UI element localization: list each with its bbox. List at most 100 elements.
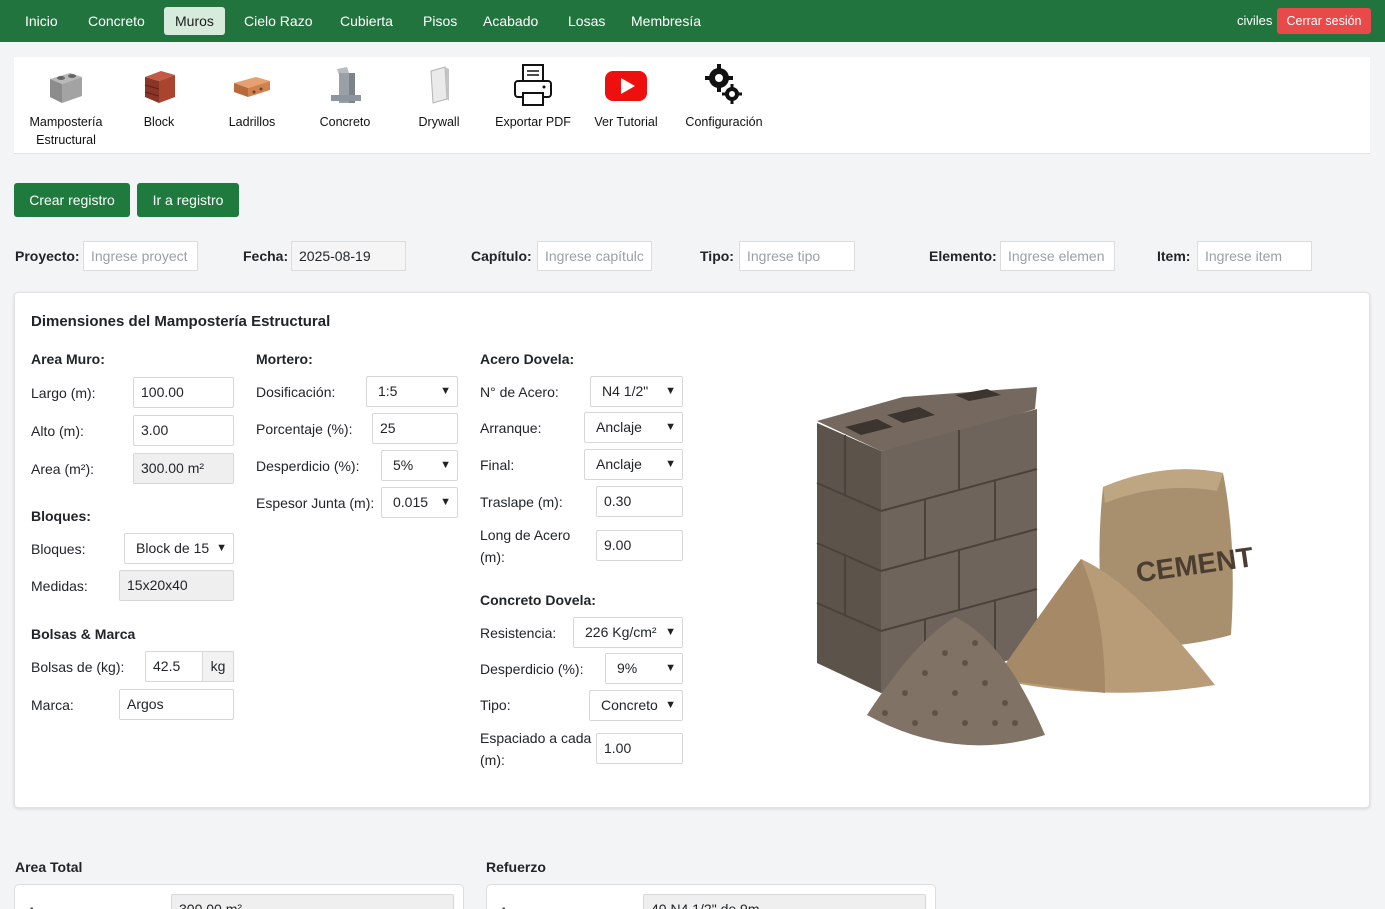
username: civiles xyxy=(1237,13,1273,28)
alto-label: Alto (m): xyxy=(31,423,84,439)
elemento-label: Elemento: xyxy=(929,248,997,264)
dimensiones-card: Dimensiones del Mampostería Estructural … xyxy=(14,292,1370,808)
medidas-label: Medidas: xyxy=(31,578,88,594)
elemento-input[interactable]: Ingrese elemen xyxy=(1000,241,1115,271)
drywall-panel-icon xyxy=(430,66,449,104)
tool-exportar-pdf[interactable]: Exportar PDF xyxy=(487,63,579,131)
espesor-select[interactable]: 0.015 ▼ xyxy=(381,487,458,518)
nav-item-acabado[interactable]: Acabado xyxy=(472,7,549,35)
nav-item-cubierta[interactable]: Cubierta xyxy=(329,7,404,35)
dosificacion-label: Dosificación: xyxy=(256,384,336,400)
largo-input[interactable]: 100.00 xyxy=(133,377,234,408)
bricks-icon xyxy=(234,77,270,97)
capitulo-input[interactable]: Ingrese capítulc xyxy=(537,241,652,271)
n-acero-select-value: N4 1/2" xyxy=(602,383,649,399)
espesor-select-value: 0.015 xyxy=(393,494,429,510)
long-acero-label: Long de Acero xyxy=(480,527,571,543)
nav-item-membresía[interactable]: Membresía xyxy=(620,7,712,35)
chevron-down-icon: ▼ xyxy=(440,459,451,471)
resistencia-select-value: 226 Kg/cm² xyxy=(585,624,657,640)
bloques-select[interactable]: Block de 15 ▼ xyxy=(124,533,234,564)
tipo-concreto-value: Concreto xyxy=(601,697,658,713)
traslape-input[interactable]: 0.30 xyxy=(596,486,683,517)
chevron-down-icon: ▼ xyxy=(216,542,227,554)
crear-registro-button[interactable]: Crear registro xyxy=(14,183,130,217)
tool-drywall[interactable]: Drywall xyxy=(393,63,485,131)
long-acero-input[interactable]: 9.00 xyxy=(596,530,683,561)
fecha-label: Fecha: xyxy=(243,248,289,264)
area-total-label: Area: xyxy=(27,901,60,909)
area-muro-heading: Area Muro: xyxy=(31,351,105,367)
mortero-heading: Mortero: xyxy=(256,351,313,367)
tool-label: Ladrillos xyxy=(228,115,276,129)
youtube-play-icon xyxy=(605,71,647,101)
chevron-down-icon: ▼ xyxy=(440,496,451,508)
area-output: 300.00 m² xyxy=(133,453,234,484)
tool-concreto[interactable]: Concreto xyxy=(299,63,391,131)
tipo-concreto-select[interactable]: Concreto ▼ xyxy=(589,690,683,721)
fecha-input[interactable]: 2025-08-19 xyxy=(291,241,406,271)
area-total-card: Area: 300.00 m² xyxy=(14,884,464,909)
refuerzo-acero-output: 40 N4 1/2" de 9m xyxy=(643,894,926,909)
bolsas-heading: Bolsas & Marca xyxy=(31,626,136,642)
tool-configuracion[interactable]: Configuración xyxy=(678,63,770,131)
porcentaje-input[interactable]: 25 xyxy=(372,413,458,444)
resistencia-select[interactable]: 226 Kg/cm² ▼ xyxy=(573,617,683,648)
refuerzo-card: Acero: 40 N4 1/2" de 9m xyxy=(486,884,936,909)
tool-ver-tutorial[interactable]: Ver Tutorial xyxy=(580,63,672,131)
desperdicio-concreto-label: Desperdicio (%): xyxy=(480,661,584,677)
item-input[interactable]: Ingrese item xyxy=(1197,241,1312,271)
tool-label: Exportar PDF xyxy=(495,115,571,129)
nav-item-cielo-razo[interactable]: Cielo Razo xyxy=(233,7,323,35)
printer-icon xyxy=(514,64,552,106)
arranque-label: Arranque: xyxy=(480,420,542,436)
refuerzo-acero-label: Acero: xyxy=(499,901,539,909)
marca-input[interactable]: Argos xyxy=(119,689,234,720)
nav-item-muros[interactable]: Muros xyxy=(164,7,225,35)
desperdicio-concreto-select[interactable]: 9% ▼ xyxy=(605,653,683,684)
proyecto-label: Proyecto: xyxy=(15,248,80,264)
nav-item-inicio[interactable]: Inicio xyxy=(14,7,69,35)
marca-label: Marca: xyxy=(31,697,74,713)
proyecto-input[interactable]: Ingrese proyect xyxy=(83,241,198,271)
chevron-down-icon: ▼ xyxy=(665,458,676,470)
arranque-select-value: Anclaje xyxy=(596,419,642,435)
chevron-down-icon: ▼ xyxy=(665,385,676,397)
espaciado-input[interactable]: 1.00 xyxy=(596,733,683,764)
area-label: Area (m²): xyxy=(31,461,94,477)
tool-ladrillos[interactable]: Ladrillos xyxy=(206,63,298,131)
arranque-select[interactable]: Anclaje ▼ xyxy=(584,412,683,443)
desperdicio-mortero-label: Desperdicio (%): xyxy=(256,458,360,474)
final-label: Final: xyxy=(480,457,515,473)
final-select[interactable]: Anclaje ▼ xyxy=(584,449,683,480)
ir-a-registro-button[interactable]: Ir a registro xyxy=(137,183,239,217)
medidas-output: 15x20x40 xyxy=(119,570,234,601)
tool-mamposteria-estructural[interactable]: Mampostería Estructural xyxy=(20,63,112,149)
concrete-column-icon xyxy=(331,67,361,103)
chevron-down-icon: ▼ xyxy=(665,626,676,638)
nav-item-concreto[interactable]: Concreto xyxy=(77,7,156,35)
chevron-down-icon: ▼ xyxy=(440,385,451,397)
espaciado-label: Espaciado a cada xyxy=(480,730,592,746)
nav-item-losas[interactable]: Losas xyxy=(557,7,616,35)
espaciado-label-unit: (m): xyxy=(480,752,505,768)
desperdicio-mortero-select[interactable]: 5% ▼ xyxy=(381,450,458,481)
area-total-output: 300.00 m² xyxy=(171,894,454,909)
tool-label: Drywall xyxy=(418,115,460,129)
tool-block[interactable]: Block xyxy=(113,63,205,131)
acero-heading: Acero Dovela: xyxy=(480,351,575,367)
largo-label: Largo (m): xyxy=(31,385,96,401)
nav-item-pisos[interactable]: Pisos xyxy=(412,7,468,35)
n-acero-select[interactable]: N4 1/2" ▼ xyxy=(590,376,683,407)
bloques-heading: Bloques: xyxy=(31,508,91,524)
tipo-input[interactable]: Ingrese tipo xyxy=(739,241,855,271)
area-total-title: Area Total xyxy=(15,859,83,875)
desperdicio-mortero-value: 5% xyxy=(393,457,414,473)
dosificacion-select[interactable]: 1:5 ▼ xyxy=(366,376,458,407)
bolsas-input[interactable]: 42.5 xyxy=(145,651,203,682)
desperdicio-concreto-value: 9% xyxy=(617,660,638,676)
logout-button[interactable]: Cerrar sesión xyxy=(1277,8,1371,34)
alto-input[interactable]: 3.00 xyxy=(133,415,234,446)
concreto-dovela-heading: Concreto Dovela: xyxy=(480,592,596,608)
bolsas-label: Bolsas de (kg): xyxy=(31,659,125,675)
